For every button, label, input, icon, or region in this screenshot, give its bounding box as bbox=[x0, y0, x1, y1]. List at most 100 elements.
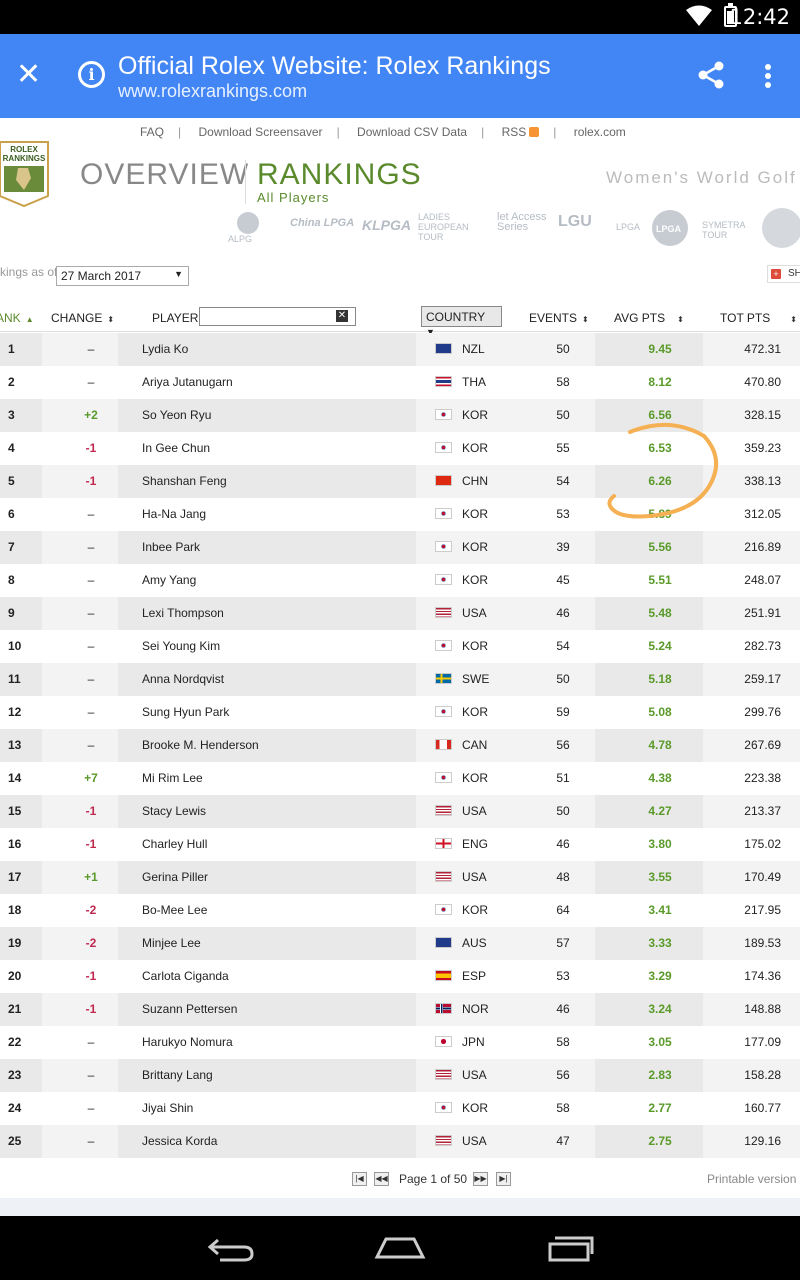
player-name-link[interactable]: Jessica Korda bbox=[142, 1134, 217, 1148]
player-name-link[interactable]: Sung Hyun Park bbox=[142, 705, 229, 719]
last-page-icon[interactable]: ▶| bbox=[496, 1172, 511, 1186]
table-row[interactable]: 6 – Ha-Na Jang KOR 53 5.89 312.05 bbox=[0, 498, 800, 531]
header-rank[interactable]: ANK ▲ bbox=[0, 311, 34, 325]
table-row[interactable]: 20 -1 Carlota Ciganda ESP 53 3.29 174.36 bbox=[0, 960, 800, 993]
download-screensaver-link[interactable]: Download Screensaver bbox=[198, 125, 322, 139]
rolex-rankings-logo[interactable]: ROLEX RANKINGS bbox=[0, 138, 50, 208]
table-row[interactable]: 12 – Sung Hyun Park KOR 59 5.08 299.76 bbox=[0, 696, 800, 729]
player-name-link[interactable]: Inbee Park bbox=[142, 540, 200, 554]
player-name-link[interactable]: Jiyai Shin bbox=[142, 1101, 193, 1115]
rankings-date-select[interactable]: 27 March 2017 ▼ bbox=[56, 266, 189, 286]
home-icon[interactable] bbox=[374, 1236, 426, 1260]
next-page-icon[interactable]: ▶▶ bbox=[473, 1172, 488, 1186]
events-cell: 53 bbox=[556, 969, 570, 983]
player-name-link[interactable]: Bo-Mee Lee bbox=[142, 903, 207, 917]
table-row[interactable]: 3 +2 So Yeon Ryu KOR 50 6.56 328.15 bbox=[0, 399, 800, 432]
player-name-link[interactable]: Lydia Ko bbox=[142, 342, 188, 356]
tour-china-lpga[interactable]: China LPGA bbox=[290, 218, 354, 229]
player-name-link[interactable]: Sei Young Kim bbox=[142, 639, 220, 653]
change-cell: – bbox=[87, 342, 95, 356]
player-name-link[interactable]: Carlota Ciganda bbox=[142, 969, 229, 983]
flag-icon-kor bbox=[435, 904, 452, 915]
table-row[interactable]: 5 -1 Shanshan Feng CHN 54 6.26 338.13 bbox=[0, 465, 800, 498]
table-row[interactable]: 7 – Inbee Park KOR 39 5.56 216.89 bbox=[0, 531, 800, 564]
table-row[interactable]: 23 – Brittany Lang USA 56 2.83 158.28 bbox=[0, 1059, 800, 1092]
rolex-com-link[interactable]: rolex.com bbox=[574, 125, 626, 139]
back-icon[interactable] bbox=[206, 1236, 254, 1262]
player-name-link[interactable]: Charley Hull bbox=[142, 837, 207, 851]
player-name-link[interactable]: Brittany Lang bbox=[142, 1068, 213, 1082]
player-name-link[interactable]: Lexi Thompson bbox=[142, 606, 224, 620]
more-options-icon[interactable] bbox=[765, 64, 773, 91]
table-row[interactable]: 8 – Amy Yang KOR 45 5.51 248.07 bbox=[0, 564, 800, 597]
header-tot-pts[interactable]: TOT PTS ⬍ bbox=[720, 311, 797, 325]
table-row[interactable]: 25 – Jessica Korda USA 47 2.75 129.16 bbox=[0, 1125, 800, 1158]
player-name-link[interactable]: Brooke M. Henderson bbox=[142, 738, 259, 752]
page-url[interactable]: www.rolexrankings.com bbox=[118, 81, 307, 102]
player-name-link[interactable]: Suzann Pettersen bbox=[142, 1002, 237, 1016]
table-row[interactable]: 11 – Anna Nordqvist SWE 50 5.18 259.17 bbox=[0, 663, 800, 696]
share-button[interactable]: + SH bbox=[767, 265, 800, 283]
player-name-link[interactable]: Stacy Lewis bbox=[142, 804, 206, 818]
table-row[interactable]: 19 -2 Minjee Lee AUS 57 3.33 189.53 bbox=[0, 927, 800, 960]
player-name-link[interactable]: Mi Rim Lee bbox=[142, 771, 203, 785]
header-player: PLAYER bbox=[152, 311, 199, 325]
recents-icon[interactable] bbox=[546, 1232, 596, 1262]
player-name-link[interactable]: Harukyo Nomura bbox=[142, 1035, 233, 1049]
info-icon[interactable]: i bbox=[78, 61, 105, 88]
table-row[interactable]: 2 – Ariya Jutanugarn THA 58 8.12 470.80 bbox=[0, 366, 800, 399]
tour-klpga[interactable]: KLPGA bbox=[362, 218, 411, 232]
tot-pts-cell: 312.05 bbox=[744, 507, 781, 521]
player-search-input[interactable]: ✕ bbox=[199, 307, 356, 326]
header-events[interactable]: EVENTS ⬍ bbox=[529, 311, 589, 325]
header-avg-pts[interactable]: AVG PTS ⬍ bbox=[614, 311, 684, 325]
share-icon[interactable] bbox=[696, 60, 726, 90]
player-name-link[interactable]: Shanshan Feng bbox=[142, 474, 227, 488]
table-row[interactable]: 24 – Jiyai Shin KOR 58 2.77 160.77 bbox=[0, 1092, 800, 1125]
table-row[interactable]: 22 – Harukyo Nomura JPN 58 3.05 177.09 bbox=[0, 1026, 800, 1059]
player-name-link[interactable]: Anna Nordqvist bbox=[142, 672, 224, 686]
rankings-tab[interactable]: RANKINGS bbox=[257, 158, 422, 192]
player-name-link[interactable]: So Yeon Ryu bbox=[142, 408, 211, 422]
tour-let[interactable]: LADIES EUROPEAN TOUR bbox=[418, 212, 488, 242]
table-row[interactable]: 13 – Brooke M. Henderson CAN 56 4.78 267.69 bbox=[0, 729, 800, 762]
table-row[interactable]: 9 – Lexi Thompson USA 46 5.48 251.91 bbox=[0, 597, 800, 630]
rss-link[interactable]: RSS bbox=[502, 125, 540, 139]
table-row[interactable]: 17 +1 Gerina Piller USA 48 3.55 170.49 bbox=[0, 861, 800, 894]
faq-link[interactable]: FAQ bbox=[140, 125, 164, 139]
previous-page-icon[interactable]: ◀◀ bbox=[374, 1172, 389, 1186]
table-row[interactable]: 15 -1 Stacy Lewis USA 50 4.27 213.37 bbox=[0, 795, 800, 828]
player-name-link[interactable]: Minjee Lee bbox=[142, 936, 201, 950]
tour-lpga-japan[interactable]: LPGA bbox=[616, 222, 640, 232]
player-name-link[interactable]: In Gee Chun bbox=[142, 441, 210, 455]
download-csv-link[interactable]: Download CSV Data bbox=[357, 125, 467, 139]
tot-pts-cell: 223.38 bbox=[744, 771, 781, 785]
country-filter-dropdown[interactable]: COUNTRY ▼ bbox=[421, 306, 502, 337]
close-icon[interactable]: ✕ bbox=[16, 60, 41, 90]
first-page-icon[interactable]: |◀ bbox=[352, 1172, 367, 1186]
table-row[interactable]: 18 -2 Bo-Mee Lee KOR 64 3.41 217.95 bbox=[0, 894, 800, 927]
change-cell: -2 bbox=[85, 903, 97, 917]
table-row[interactable]: 1 – Lydia Ko NZL 50 9.45 472.31 bbox=[0, 333, 800, 366]
player-name-link[interactable]: Gerina Piller bbox=[142, 870, 208, 884]
tour-symetra[interactable]: SYMETRA TOUR bbox=[702, 220, 750, 240]
player-name-link[interactable]: Ha-Na Jang bbox=[142, 507, 206, 521]
header-change[interactable]: CHANGE ⬍ bbox=[51, 311, 114, 325]
overview-tab[interactable]: OVERVIEW bbox=[80, 158, 249, 192]
tour-alpg[interactable]: ALPG bbox=[228, 234, 252, 244]
player-name-link[interactable]: Amy Yang bbox=[142, 573, 196, 587]
cell-bg bbox=[0, 597, 42, 630]
table-row[interactable]: 4 -1 In Gee Chun KOR 55 6.53 359.23 bbox=[0, 432, 800, 465]
printable-version-link[interactable]: Printable version o bbox=[707, 1172, 800, 1186]
table-row[interactable]: 10 – Sei Young Kim KOR 54 5.24 282.73 bbox=[0, 630, 800, 663]
player-name-link[interactable]: Ariya Jutanugarn bbox=[142, 375, 233, 389]
clear-search-icon[interactable]: ✕ bbox=[336, 310, 348, 322]
wifi-icon bbox=[686, 5, 712, 26]
table-row[interactable]: 21 -1 Suzann Pettersen NOR 46 3.24 148.88 bbox=[0, 993, 800, 1026]
tour-lgu[interactable]: LGU bbox=[558, 214, 592, 230]
tour-let-access[interactable]: let Access Series bbox=[497, 212, 549, 233]
table-row[interactable]: 16 -1 Charley Hull ENG 46 3.80 175.02 bbox=[0, 828, 800, 861]
tour-lpga[interactable]: LPGA bbox=[656, 224, 681, 234]
table-row[interactable]: 14 +7 Mi Rim Lee KOR 51 4.38 223.38 bbox=[0, 762, 800, 795]
change-cell: -1 bbox=[85, 969, 97, 983]
